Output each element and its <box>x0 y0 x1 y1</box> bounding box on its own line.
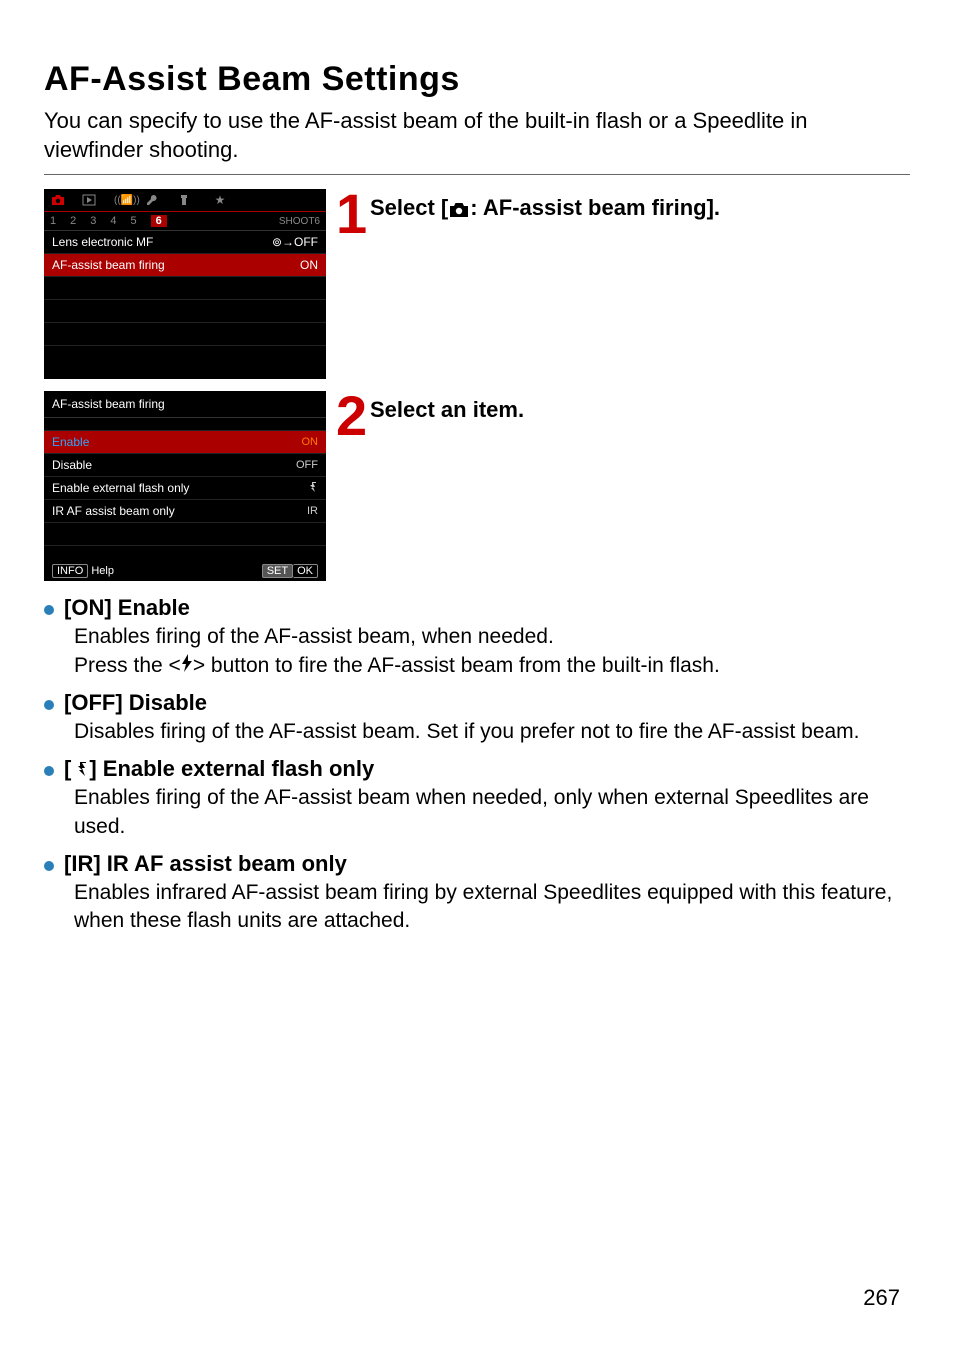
menu-row-value: ⊚→OFF <box>272 235 318 249</box>
option-ir: IR AF assist beam only IR <box>44 500 326 523</box>
menu-row-label: Lens electronic MF <box>52 235 153 249</box>
subtab-2: 2 <box>70 215 76 227</box>
step-2-number: 2 <box>336 391 366 441</box>
menu-row-empty <box>44 346 326 368</box>
menu-row-value: ON <box>300 258 318 272</box>
bullet-on: [ON] Enable <box>44 595 910 621</box>
bullet-body: Enables firing of the AF-assist beam whe… <box>74 784 910 841</box>
divider <box>44 174 910 175</box>
bullet-dot-icon <box>44 700 54 710</box>
bullet-head: [] Enable external flash only <box>64 756 374 782</box>
option-label: Enable external flash only <box>52 481 189 495</box>
subtab-4: 4 <box>110 215 116 227</box>
ext-flash-icon <box>71 756 89 781</box>
bullet-body-line1: Enables firing of the AF-assist beam, wh… <box>74 625 554 648</box>
camera-screen-2-title: AF-assist beam firing <box>44 391 326 418</box>
info-button-label: INFO <box>52 564 88 578</box>
manual-page: AF-Assist Beam Settings You can specify … <box>0 0 954 1345</box>
bullet-dot-icon <box>44 766 54 776</box>
page-title: AF-Assist Beam Settings <box>44 60 910 99</box>
bullet-ext: [] Enable external flash only <box>44 756 910 782</box>
step-2-text: Select an item. <box>370 397 524 423</box>
custom-icon <box>178 194 198 206</box>
subtab-3: 3 <box>90 215 96 227</box>
option-label: Enable <box>52 435 89 449</box>
subtab-1: 1 <box>50 215 56 227</box>
bullet-body: Disables firing of the AF-assist beam. S… <box>74 718 910 746</box>
step-1-text-a: Select [ <box>370 195 448 220</box>
intro-text: You can specify to use the AF-assist bea… <box>44 107 910 164</box>
camera-screen-2: AF-assist beam firing Enable ON Disable … <box>44 391 326 581</box>
bullet-body: Enables infrared AF-assist beam firing b… <box>74 879 910 936</box>
step-1-number: 1 <box>336 189 366 239</box>
camera-tabbar: ((📶)) ★ <box>44 189 326 212</box>
subtab-5: 5 <box>131 215 137 227</box>
ok-label: OK <box>293 564 318 578</box>
option-label: IR AF assist beam only <box>52 504 175 518</box>
menu-row-empty <box>44 323 326 346</box>
menu-row-empty <box>44 300 326 323</box>
menu-row-empty <box>44 277 326 300</box>
bullet-head: [OFF] Disable <box>64 690 207 716</box>
help-label: Help <box>91 565 114 577</box>
footer-right: SETOK <box>262 565 318 577</box>
option-value: OFF <box>296 459 318 471</box>
step-1-text-b: : AF-assist beam firing]. <box>470 195 720 220</box>
bullet-head: [ON] Enable <box>64 595 190 621</box>
bullets: [ON] Enable Enables firing of the AF-ass… <box>44 595 910 935</box>
subtab-6: 6 <box>151 215 167 227</box>
flash-icon <box>181 652 193 680</box>
camera-inline-icon <box>448 198 470 224</box>
option-label: Disable <box>52 458 92 472</box>
star-icon: ★ <box>210 193 230 207</box>
shoot-label: SHOOT6 <box>279 216 320 227</box>
wireless-icon: ((📶)) <box>114 195 134 206</box>
wrench-icon <box>146 194 166 206</box>
bullet-dot-icon <box>44 861 54 871</box>
bullet-off: [OFF] Disable <box>44 690 910 716</box>
bullet-dot-icon <box>44 605 54 615</box>
option-value: IR <box>307 505 318 517</box>
option-value: ON <box>302 436 319 448</box>
camera-subtabs: 1 2 3 4 5 6 SHOOT6 <box>44 212 326 231</box>
bullet-head-post: ] Enable external flash only <box>89 756 374 781</box>
option-value-icon <box>306 481 318 496</box>
step-2-row: AF-assist beam firing Enable ON Disable … <box>44 391 910 581</box>
menu-row-af-assist: AF-assist beam firing ON <box>44 254 326 277</box>
page-number: 267 <box>863 1285 900 1311</box>
camera-icon <box>50 194 70 206</box>
step-1-row: ((📶)) ★ 1 2 3 4 5 6 SHOOT6 Lens electron… <box>44 189 910 379</box>
option-disable: Disable OFF <box>44 454 326 477</box>
play-icon <box>82 194 102 206</box>
bullet-head: [IR] IR AF assist beam only <box>64 851 347 877</box>
bullet-body: Enables firing of the AF-assist beam, wh… <box>74 623 910 680</box>
option-enable: Enable ON <box>44 431 326 454</box>
menu-row-label: AF-assist beam firing <box>52 258 165 272</box>
option-ext-flash: Enable external flash only <box>44 477 326 500</box>
bullet-ir: [IR] IR AF assist beam only <box>44 851 910 877</box>
set-button-label: SET <box>262 564 293 578</box>
menu-row-lens-mf: Lens electronic MF ⊚→OFF <box>44 231 326 254</box>
camera-footer: INFO Help SETOK <box>44 565 326 577</box>
footer-left: INFO Help <box>52 565 114 577</box>
bullet-body-pre: Press the < <box>74 654 181 677</box>
step-1-text: Select [ : AF-assist beam firing]. <box>370 195 720 224</box>
bullet-body-post: > button to fire the AF-assist beam from… <box>193 654 720 677</box>
camera-screen-1: ((📶)) ★ 1 2 3 4 5 6 SHOOT6 Lens electron… <box>44 189 326 379</box>
